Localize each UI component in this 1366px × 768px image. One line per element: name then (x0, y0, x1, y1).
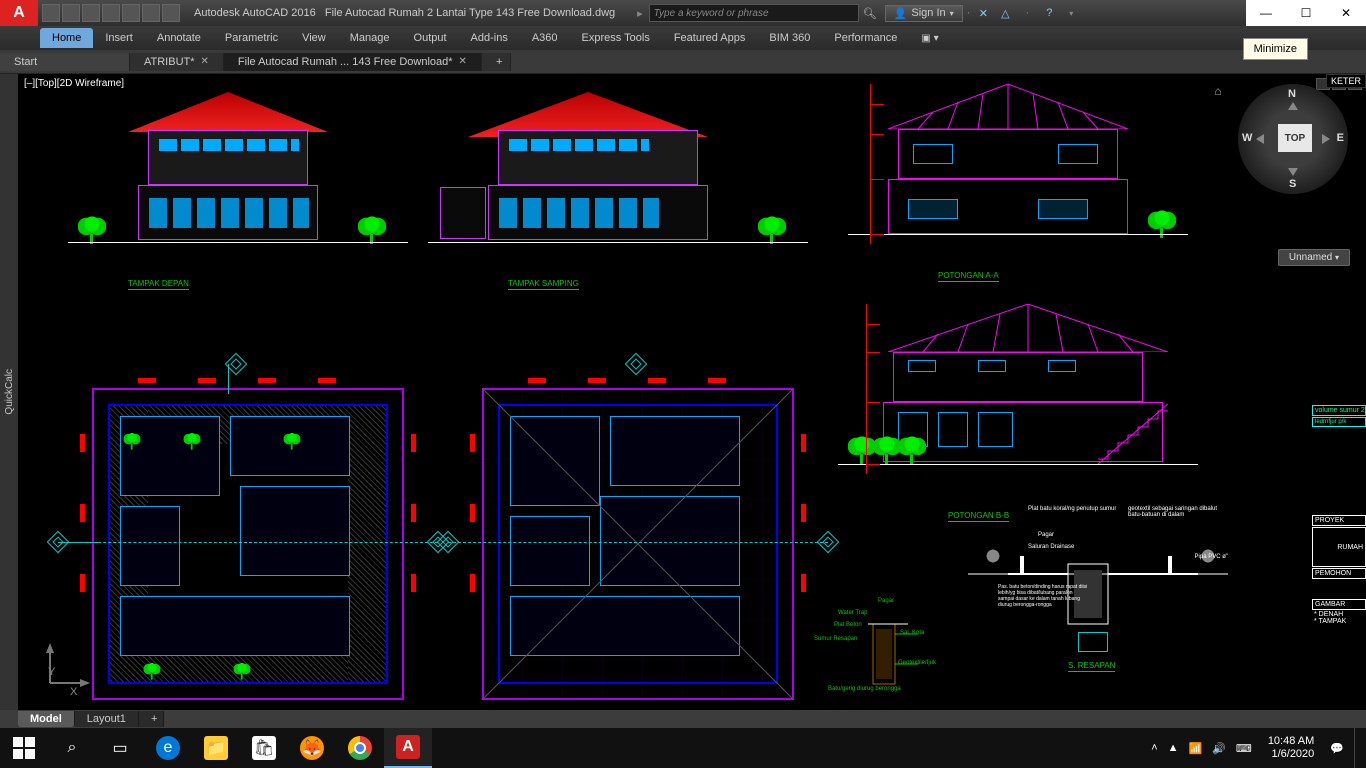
drawing-potongan-b: POTONGAN B-B (858, 304, 1178, 504)
ribbon-tab-view[interactable]: View (290, 28, 338, 48)
qat-open-icon[interactable] (62, 4, 80, 22)
drawing-potongan-a: POTONGAN A-A (858, 84, 1158, 264)
tray-wifi-icon[interactable]: 📶 (1189, 742, 1203, 755)
taskbar-firefox-icon[interactable]: 🦊 (288, 728, 336, 768)
close-icon[interactable]: ✕ (459, 56, 467, 67)
qat-redo-icon[interactable] (162, 4, 180, 22)
file-tab-start[interactable]: Start (0, 53, 130, 71)
quick-access-toolbar (38, 4, 184, 22)
start-button[interactable] (0, 728, 48, 768)
ribbon-tab-annotate[interactable]: Annotate (145, 28, 213, 48)
window-controls: — ☐ ✕ (1246, 0, 1366, 26)
titleblock-panel: volume sumur 25 m3 sem ledrnfjur p/k PRO… (1310, 74, 1366, 710)
taskbar-chrome-icon[interactable] (336, 728, 384, 768)
file-tab-atribut[interactable]: ATRIBUT*✕ (130, 53, 224, 71)
viewcube-north[interactable]: N (1288, 88, 1296, 100)
title-bar: A Autodesk AutoCAD 2016 File Autocad Rum… (0, 0, 1366, 26)
taskbar-taskview-icon[interactable]: ▭ (96, 728, 144, 768)
exchange-icon[interactable]: ✕ (974, 4, 992, 22)
caption-tampak-samping: TAMPAK SAMPING (508, 279, 579, 290)
qat-saveas-icon[interactable] (102, 4, 120, 22)
maximize-button[interactable]: ☐ (1286, 0, 1326, 26)
taskbar-autocad-icon[interactable]: A (384, 728, 432, 768)
help-icon[interactable]: ? (1040, 4, 1058, 22)
layout-tab-model[interactable]: Model (18, 711, 75, 727)
layout-tab-add[interactable]: + (139, 711, 164, 727)
caption-tampak-depan: TAMPAK DEPAN (128, 279, 189, 290)
user-icon: 👤 (894, 7, 908, 20)
tray-chevron-icon[interactable]: ˄ (1151, 742, 1157, 754)
title-separator: ▸ (631, 7, 649, 20)
viewcube-top-face[interactable]: TOP (1278, 124, 1312, 152)
drawing-detail-resapan: Plat batu koral/ng penutup sumur Pagar S… (968, 514, 1228, 644)
minimize-button[interactable]: — (1246, 0, 1286, 26)
nav-bar: ⌂ (1210, 84, 1226, 100)
taskbar-search-icon[interactable]: ⌕ (48, 728, 96, 768)
tray-keyboard-icon[interactable]: ⌨ (1236, 742, 1252, 755)
ribbon-tab-output[interactable]: Output (402, 28, 459, 48)
layout-tab-layout1[interactable]: Layout1 (75, 711, 139, 727)
ribbon-tab-performance[interactable]: Performance (822, 28, 909, 48)
drawing-tampak-depan: TAMPAK DEPAN (88, 92, 368, 272)
taskbar-clock[interactable]: 10:48 AM 1/6/2020 (1262, 735, 1320, 761)
close-button[interactable]: ✕ (1326, 0, 1366, 26)
search-icon[interactable]: 🔍︎ (859, 7, 881, 20)
help-icons: ✕ △ · ? ▾ (970, 4, 1084, 22)
app-logo-icon[interactable]: A (0, 0, 38, 26)
ucs-icon[interactable]: YX (40, 643, 90, 698)
ribbon-tab-addins[interactable]: Add-ins (459, 28, 520, 48)
ribbon-tab-bim360[interactable]: BIM 360 (757, 28, 822, 48)
taskbar-explorer-icon[interactable]: 📁 (192, 728, 240, 768)
viewcube-south[interactable]: S (1289, 178, 1296, 190)
viewcube-west[interactable]: W (1242, 132, 1252, 144)
ribbon-tab-manage[interactable]: Manage (338, 28, 402, 48)
drawing-area: QuickCalc [–][Top][2D Wireframe] KETER ⌂… (0, 74, 1366, 710)
model-viewport[interactable]: [–][Top][2D Wireframe] KETER ⌂ TOP N S E… (18, 74, 1366, 710)
search-input[interactable]: Type a keyword or phrase (649, 4, 859, 22)
qat-save-icon[interactable] (82, 4, 100, 22)
ribbon-tab-insert[interactable]: Insert (93, 28, 145, 48)
system-tray: ˄ ▲ 📶 🔊 ⌨ 10:48 AM 1/6/2020 💬 (1151, 728, 1366, 768)
tooltip-minimize: Minimize (1243, 38, 1308, 60)
tray-notifications-icon[interactable]: 💬 (1330, 742, 1344, 755)
drawing-floor-plan-1 (78, 374, 418, 710)
ribbon-tab-express[interactable]: Express Tools (570, 28, 662, 48)
tray-volume-icon[interactable]: 🔊 (1212, 742, 1226, 755)
qat-plot-icon[interactable] (122, 4, 140, 22)
caption-potongan-a: POTONGAN A-A (938, 271, 999, 282)
ribbon-panel-toggle[interactable]: ▣ ▾ (909, 29, 950, 48)
caption-resapan: S. RESAPAN (1068, 661, 1115, 672)
tray-network-icon[interactable]: ▲ (1168, 742, 1179, 754)
file-tab-current[interactable]: File Autocad Rumah ... 143 Free Download… (224, 53, 482, 71)
ribbon-tab-parametric[interactable]: Parametric (213, 28, 290, 48)
qat-new-icon[interactable] (42, 4, 60, 22)
ribbon-tab-featured[interactable]: Featured Apps (662, 28, 758, 48)
file-tabs: Start ATRIBUT*✕ File Autocad Rumah ... 1… (0, 50, 1366, 74)
side-panel-quickcalc[interactable]: QuickCalc (0, 74, 18, 710)
new-tab-button[interactable]: + (482, 53, 511, 71)
drawing-detail-sumur: Pagar Water Trap Plat Beton Sumur Resapa… (818, 594, 928, 704)
close-icon[interactable]: ✕ (201, 56, 209, 67)
show-desktop-button[interactable] (1354, 728, 1360, 768)
taskbar-store-icon[interactable]: 🛍 (240, 728, 288, 768)
drawing-tampak-samping: TAMPAK SAMPING (448, 92, 768, 272)
drawing-floor-plan-2 (468, 374, 808, 710)
cloud-icon[interactable]: △ (996, 4, 1014, 22)
app-title: Autodesk AutoCAD 2016 File Autocad Rumah… (184, 7, 625, 19)
sign-in-button[interactable]: 👤 Sign In ▾ (885, 5, 963, 22)
ribbon-tabs: Home Insert Annotate Parametric View Man… (0, 26, 1366, 50)
qat-undo-icon[interactable] (142, 4, 160, 22)
taskbar-edge-icon[interactable]: e (144, 728, 192, 768)
windows-taskbar: ⌕ ▭ e 📁 🛍 🦊 A ˄ ▲ 📶 🔊 ⌨ 10:48 AM 1/6/202… (0, 728, 1366, 768)
home-view-icon[interactable]: ⌂ (1210, 84, 1226, 100)
ribbon-tab-a360[interactable]: A360 (520, 28, 570, 48)
layout-tabs: Model Layout1 + (0, 710, 1366, 728)
ribbon-tab-home[interactable]: Home (40, 28, 93, 48)
viewport-label[interactable]: [–][Top][2D Wireframe] (24, 78, 124, 89)
